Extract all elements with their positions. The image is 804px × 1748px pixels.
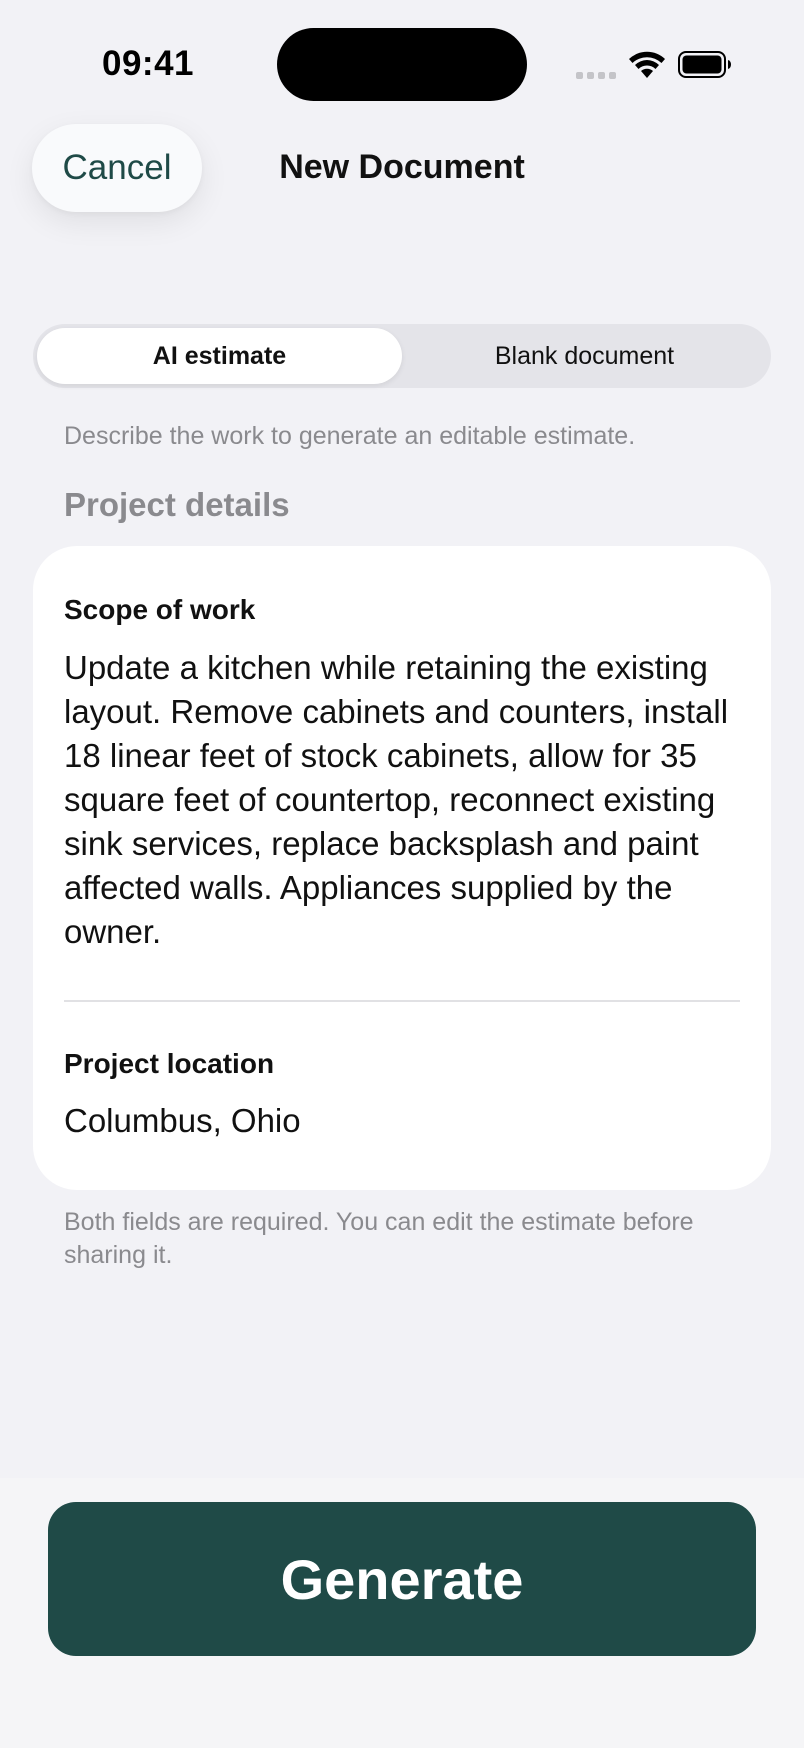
dynamic-island — [277, 28, 527, 101]
status-time: 09:41 — [101, 44, 195, 83]
segment-ai-estimate[interactable]: AI estimate — [37, 328, 402, 384]
section-header: Project details — [64, 486, 290, 523]
helper-text: Describe the work to generate an editabl… — [64, 422, 636, 450]
field-divider — [64, 1000, 740, 1002]
scope-of-work-field[interactable]: Update a kitchen while retaining the exi… — [64, 646, 754, 954]
battery-icon — [678, 51, 731, 78]
page-title: New Document — [279, 148, 525, 186]
cancel-button[interactable]: Cancel — [32, 124, 202, 212]
generate-button[interactable]: Generate — [48, 1502, 756, 1656]
new-document-screen: 09:41 Cancel New Document AI estimate Bl… — [0, 0, 804, 1748]
scope-of-work-label: Scope of work — [64, 594, 256, 625]
project-location-label: Project location — [64, 1048, 275, 1079]
wifi-icon — [629, 51, 665, 78]
project-details-card: Scope of work Update a kitchen while ret… — [33, 546, 771, 1190]
signal-icon — [576, 70, 616, 80]
document-type-segmented-control: AI estimate Blank document — [33, 324, 771, 388]
footer-note: Both fields are required. You can edit t… — [64, 1208, 694, 1269]
project-location-field[interactable]: Columbus, Ohio — [64, 1102, 740, 1140]
segment-blank-document[interactable]: Blank document — [402, 328, 767, 384]
